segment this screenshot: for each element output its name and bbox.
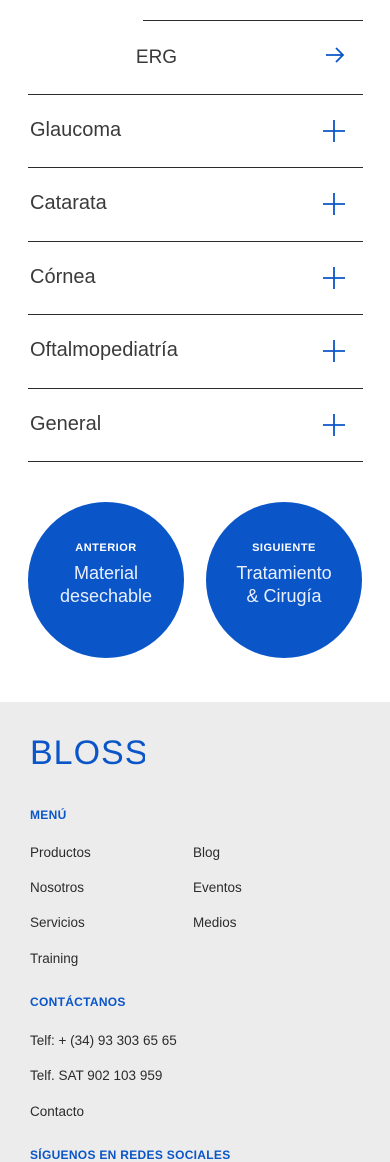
footer-link-servicios[interactable]: Servicios: [30, 915, 85, 930]
accordion-oftalmopediatria[interactable]: Oftalmopediatría: [28, 314, 363, 387]
previous-title-line2: desechable: [59, 586, 153, 606]
social-heading: SÍGUENOS EN REDES SOCIALES: [30, 1148, 231, 1162]
accordion-label: Glaucoma: [30, 119, 122, 141]
menu-heading: MENÚ: [30, 808, 67, 822]
accordion-label: Oftalmopediatría: [30, 339, 178, 361]
footer-link-productos[interactable]: Productos: [30, 845, 91, 860]
footer-link-blog[interactable]: Blog: [193, 845, 220, 860]
accordion-label: Córnea: [30, 266, 96, 288]
footer-link-training[interactable]: Training: [30, 951, 78, 966]
plus-icon: [323, 340, 345, 362]
submenu-item-label: ERG: [135, 47, 178, 68]
next-title-line1: Tratamiento: [236, 563, 332, 583]
next-title-line2: & Cirugía: [246, 586, 322, 606]
previous-title-line1: Material: [73, 563, 139, 583]
previous-kicker: ANTERIOR: [75, 542, 137, 554]
plus-icon: [323, 193, 345, 215]
footer-phone[interactable]: Telf: + (34) 93 303 65 65: [30, 1033, 177, 1048]
arrow-right-icon: [326, 47, 345, 63]
plus-icon: [323, 120, 345, 142]
accordion-label: General: [30, 413, 102, 435]
svg-text:BLOSS: BLOSS: [30, 734, 145, 772]
plus-icon: [323, 414, 345, 436]
next-button[interactable]: SIGUIENTE Tratamiento & Cirugía: [206, 502, 362, 658]
bloss-logo[interactable]: BLOSS: [30, 732, 145, 772]
contact-heading: CONTÁCTANOS: [30, 995, 126, 1009]
previous-button[interactable]: ANTERIOR Material desechable: [28, 502, 184, 658]
plus-icon: [323, 267, 345, 289]
accordion-label: Catarata: [30, 192, 107, 214]
footer: BLOSS MENÚ Productos Nosotros Servicios …: [0, 702, 390, 1162]
submenu-item-erg[interactable]: ERG: [136, 20, 363, 94]
next-kicker: SIGUIENTE: [252, 542, 316, 554]
footer-link-contacto[interactable]: Contacto: [30, 1104, 84, 1119]
accordion-catarata[interactable]: Catarata: [28, 167, 363, 240]
accordion-cornea[interactable]: Córnea: [28, 241, 363, 314]
accordion-divider: [28, 461, 363, 462]
footer-link-nosotros[interactable]: Nosotros: [30, 880, 84, 895]
accordion-glaucoma[interactable]: Glaucoma: [28, 94, 363, 167]
accordion-general[interactable]: General: [28, 388, 363, 461]
footer-link-eventos[interactable]: Eventos: [193, 880, 242, 895]
footer-link-medios[interactable]: Medios: [193, 915, 237, 930]
footer-sat-phone[interactable]: Telf. SAT 902 103 959: [30, 1068, 162, 1083]
